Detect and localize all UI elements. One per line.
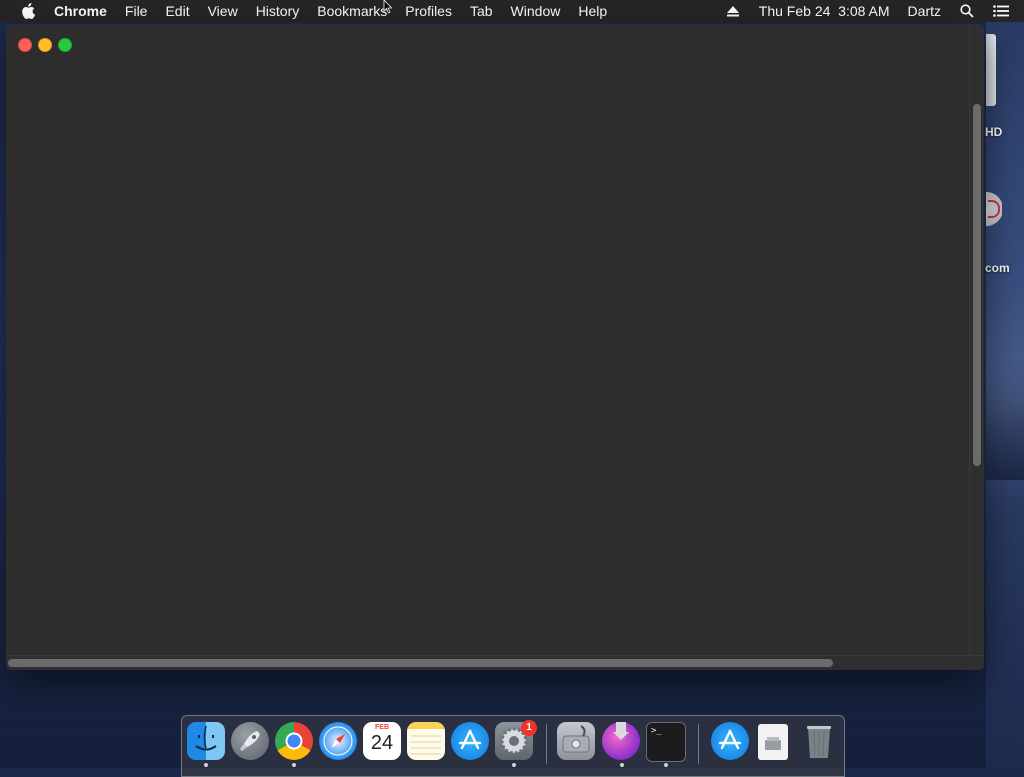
- vertical-scrollbar[interactable]: [969, 24, 984, 656]
- document-icon[interactable]: [758, 724, 788, 760]
- window-maximize-button[interactable]: [58, 38, 72, 52]
- installer-icon[interactable]: [602, 722, 640, 760]
- disk-utility-icon[interactable]: [557, 722, 595, 760]
- installer-running-indicator: [620, 763, 624, 767]
- menu-window[interactable]: Window: [502, 0, 570, 22]
- window-content-area: [6, 64, 970, 656]
- menu-bar: Chrome File Edit View History Bookmarks …: [0, 0, 1024, 22]
- system-preferences-badge: 1: [521, 720, 537, 736]
- calendar-month: FEB: [375, 724, 389, 731]
- menu-help[interactable]: Help: [569, 0, 616, 22]
- terminal-icon[interactable]: >_: [646, 722, 686, 762]
- terminal-prompt: >_: [651, 726, 662, 736]
- notes-icon[interactable]: [407, 722, 445, 760]
- vertical-scrollbar-thumb[interactable]: [973, 104, 981, 466]
- hard-drive-icon[interactable]: [986, 34, 996, 106]
- horizontal-scrollbar-thumb[interactable]: [8, 659, 833, 667]
- terminal-running-indicator: [664, 763, 668, 767]
- dock-separator-2: [698, 724, 699, 764]
- safari-icon[interactable]: [319, 722, 357, 760]
- finder-icon[interactable]: [187, 722, 225, 760]
- dock-separator: [546, 724, 547, 764]
- mouse-pointer-icon: [383, 0, 393, 14]
- desktop-label-hd[interactable]: HD: [985, 125, 1002, 139]
- desktop-app-icon[interactable]: [986, 186, 1002, 232]
- horizontal-scrollbar[interactable]: [6, 655, 984, 670]
- menu-app-chrome[interactable]: Chrome: [54, 0, 116, 22]
- eject-icon[interactable]: [722, 0, 744, 22]
- chrome-window: [6, 24, 984, 670]
- calendar-day: 24: [370, 732, 394, 754]
- menu-bar-status-area: Thu Feb 24 3:08 AM Dartz: [716, 0, 1024, 22]
- menu-clock[interactable]: Thu Feb 24 3:08 AM: [750, 0, 899, 22]
- apple-menu-icon[interactable]: [19, 0, 37, 22]
- menu-file[interactable]: File: [116, 0, 157, 22]
- menu-user-name[interactable]: Dartz: [899, 0, 950, 22]
- applications-folder-icon[interactable]: [711, 722, 749, 760]
- spotlight-search-icon[interactable]: [956, 0, 978, 22]
- window-minimize-button[interactable]: [38, 38, 52, 52]
- notification-center-icon[interactable]: [990, 0, 1012, 22]
- window-close-button[interactable]: [18, 38, 32, 52]
- menu-history[interactable]: History: [247, 0, 309, 22]
- finder-running-indicator: [204, 763, 208, 767]
- app-store-icon[interactable]: [451, 722, 489, 760]
- chrome-icon[interactable]: [275, 722, 313, 760]
- system-preferences-running-indicator: [512, 763, 516, 767]
- menu-tab[interactable]: Tab: [461, 0, 502, 22]
- launchpad-icon[interactable]: [231, 722, 269, 760]
- desktop-wallpaper-mountain: [986, 360, 1024, 480]
- calendar-icon[interactable]: FEB 24: [363, 722, 401, 760]
- chrome-running-indicator: [292, 763, 296, 767]
- menu-edit[interactable]: Edit: [156, 0, 198, 22]
- desktop-label-com[interactable]: com: [985, 261, 1010, 275]
- trash-icon[interactable]: [800, 722, 838, 760]
- menu-view[interactable]: View: [199, 0, 247, 22]
- menu-profiles[interactable]: Profiles: [396, 0, 461, 22]
